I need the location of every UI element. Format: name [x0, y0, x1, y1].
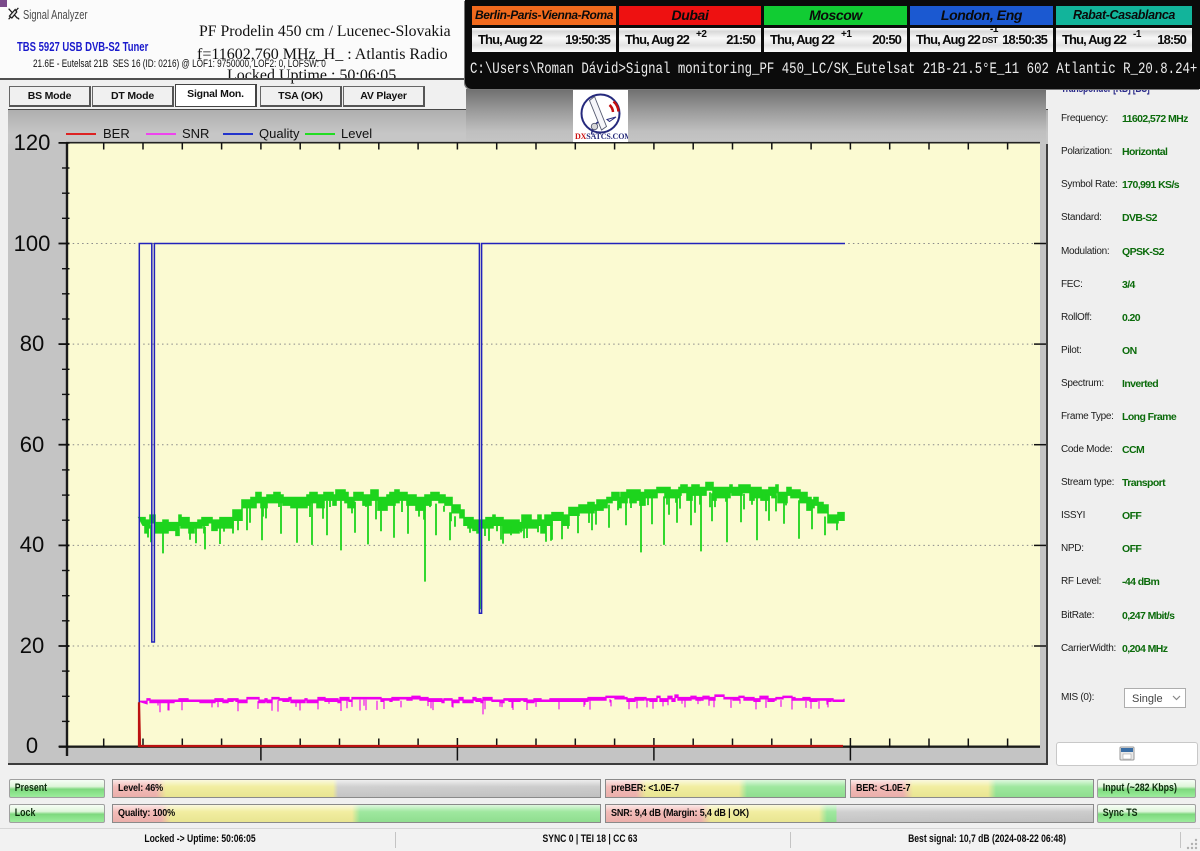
- svg-text:DXSATCS.COM: DXSATCS.COM: [575, 132, 628, 141]
